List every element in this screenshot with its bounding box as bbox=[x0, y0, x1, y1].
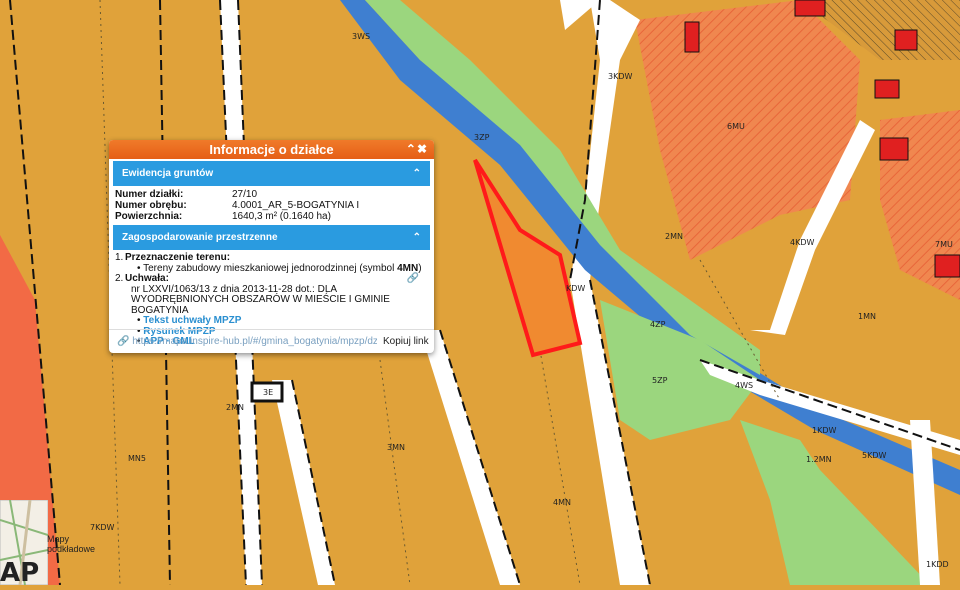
popup-title: Informacje o działce bbox=[209, 142, 334, 157]
zone-label: 4MN bbox=[553, 498, 571, 507]
parcel-info-popup: Informacje o działce ⌃✖ Ewidencja gruntó… bbox=[109, 140, 434, 353]
basemap-switcher[interactable]: Mapy podkładowe AP bbox=[0, 499, 95, 588]
zone-label: 1KDW bbox=[812, 426, 837, 435]
zone-label: 2MN bbox=[226, 403, 244, 412]
zone-label: 4ZP bbox=[650, 320, 666, 329]
zone-label: 1KDD bbox=[926, 560, 949, 569]
zone-label: 5KDW bbox=[862, 451, 887, 460]
resolution-text: WYODRĘBNIONYCH OBSZARÓW W MIEŚCIE I GMIN… bbox=[131, 294, 390, 316]
zone-label: KDW bbox=[566, 284, 586, 293]
zone-label: 3ZP bbox=[474, 133, 490, 142]
zone-label: 6MU bbox=[727, 122, 745, 131]
share-url[interactable]: 🔗 https://mapa.inspire-hub.pl/#/gmina_bo… bbox=[109, 330, 377, 353]
popup-header[interactable]: Informacje o działce ⌃✖ bbox=[109, 140, 434, 159]
section-land-registry[interactable]: Ewidencja gruntów ⌃ bbox=[113, 161, 430, 186]
collapse-icon[interactable]: ⌃ bbox=[406, 142, 417, 156]
link-icon: 🔗 bbox=[117, 336, 133, 347]
detail-label: Numer działki: bbox=[115, 189, 184, 200]
detail-row: Powierzchnia: 1640,3 m² (0.1640 ha) bbox=[115, 211, 428, 222]
zone-label: 7MU bbox=[935, 240, 953, 249]
plan-item-resolution: 2. Uchwała: 🔗 bbox=[115, 273, 419, 285]
detail-value: 27/10 bbox=[232, 189, 258, 200]
detail-value: 4.0001_AR_5-BOGATYNIA I bbox=[232, 200, 360, 211]
zone-label: MN5 bbox=[128, 454, 146, 463]
zone-label: 3KDW bbox=[608, 72, 633, 81]
section-title: Zagospodarowanie przestrzenne bbox=[122, 232, 278, 243]
zone-label: 1MN bbox=[858, 312, 876, 321]
zone-label: 1.2MN bbox=[806, 455, 832, 464]
basemap-label: Mapy podkładowe bbox=[47, 534, 96, 554]
zone-label: 3E bbox=[263, 388, 274, 397]
detail-value: 1640,3 m² (0.1640 ha) bbox=[232, 211, 331, 222]
zone-label: 4KDW bbox=[790, 238, 815, 247]
zone-label: 7KDW bbox=[90, 523, 115, 532]
section-title: Ewidencja gruntów bbox=[122, 168, 214, 179]
parcel-details: Numer działki: 27/10 Numer obrębu: 4.0001_… bbox=[109, 186, 434, 224]
zone-label: 3MN bbox=[387, 443, 405, 452]
chevron-up-icon[interactable]: ⌃ bbox=[413, 225, 421, 250]
zone-label: 5ZP bbox=[652, 376, 668, 385]
detail-row: Numer obrębu: 4.0001_AR_5-BOGATYNIA I bbox=[115, 200, 428, 211]
detail-row: Numer działki: 27/10 bbox=[115, 189, 428, 200]
link-icon[interactable]: 🔗 bbox=[407, 273, 419, 285]
section-spatial-plan[interactable]: Zagospodarowanie przestrzenne ⌃ bbox=[113, 225, 430, 250]
copy-link-button[interactable]: Kopiuj link bbox=[377, 330, 429, 353]
chevron-up-icon[interactable]: ⌃ bbox=[413, 161, 421, 186]
zone-label: 2MN bbox=[665, 232, 683, 241]
share-link-bar: 🔗 https://mapa.inspire-hub.pl/#/gmina_bo… bbox=[109, 329, 434, 353]
zone-label: 4WS bbox=[735, 381, 754, 390]
popup-controls[interactable]: ⌃✖ bbox=[406, 140, 428, 159]
zone-label: 3WS bbox=[352, 32, 371, 41]
close-icon[interactable]: ✖ bbox=[417, 142, 428, 156]
detail-label: Powierzchnia: bbox=[115, 211, 183, 222]
app-logo-fragment: AP bbox=[0, 558, 40, 588]
detail-label: Numer obrębu: bbox=[115, 200, 187, 211]
